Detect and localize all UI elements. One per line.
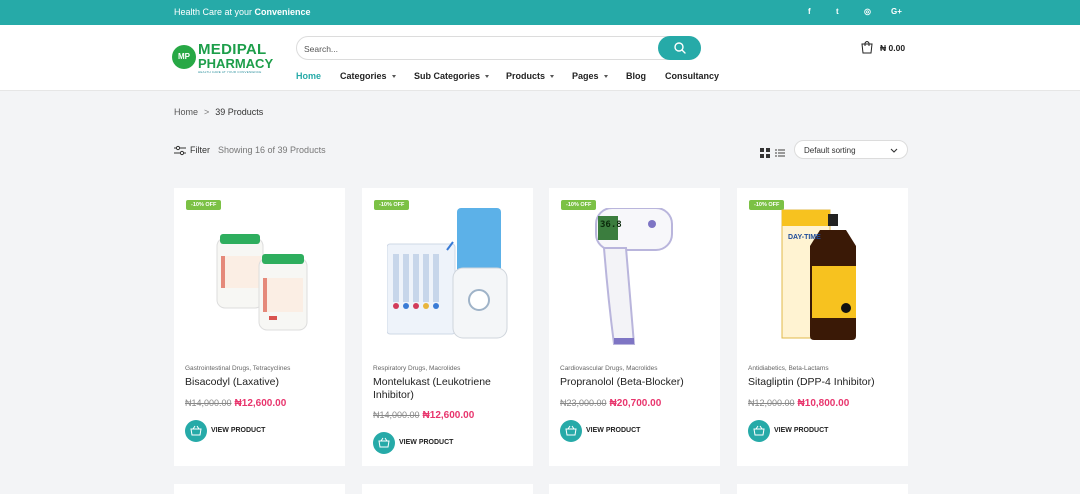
cart-total: ₦ 0.00 (880, 43, 906, 53)
shopping-bag-icon (861, 41, 873, 54)
water-flosser-image[interactable] (386, 208, 508, 348)
top-bar: Health Care at your Convenience f t ◎ G+ (0, 0, 1080, 25)
breadcrumb-separator: > (204, 107, 210, 117)
breadcrumb-current: 39 Products (215, 107, 264, 117)
search-icon (674, 42, 686, 54)
product-title[interactable]: Sitagliptin (DPP-4 Inhibitor) (748, 376, 900, 389)
tagline: Health Care at your Convenience (174, 7, 311, 17)
basket-icon (185, 420, 207, 442)
nav-home[interactable]: Home (296, 71, 321, 81)
list-icon (775, 149, 785, 157)
product-card-partial[interactable] (174, 484, 345, 494)
product-card-partial[interactable] (549, 484, 720, 494)
list-view-button[interactable] (775, 145, 785, 157)
product-card-partial[interactable] (362, 484, 533, 494)
nav-sub-categories[interactable]: Sub Categories (414, 71, 490, 81)
product-card[interactable]: -10% OFF Respiratory Drugs, Macrolides M… (362, 188, 533, 466)
view-product-label: VIEW PRODUCT (774, 427, 829, 434)
product-card[interactable]: -10% OFF Gastrointestinal Drugs, Tetracy… (174, 188, 345, 466)
sale-price: ₦12,600.00 (234, 398, 287, 409)
tagline-text: Health Care at your (174, 7, 255, 17)
view-product-button[interactable]: VIEW PRODUCT (560, 420, 660, 442)
nav-blog-label: Blog (626, 71, 646, 81)
facebook-icon[interactable]: f (808, 7, 811, 16)
nav-blog[interactable]: Blog (626, 71, 646, 81)
nav-consultancy-label: Consultancy (665, 71, 720, 81)
product-categories[interactable]: Respiratory Drugs, Macrolides (373, 365, 460, 372)
logo-tagline: HEALTH CARE AT YOUR CONVENIENCE (198, 70, 262, 74)
grid-view-button[interactable] (760, 145, 770, 158)
price-block: ₦12,000.00 ₦10,800.00 (748, 398, 849, 409)
logo-mark: MP (172, 45, 196, 69)
sale-price: ₦10,800.00 (797, 398, 850, 409)
search-button[interactable] (658, 36, 701, 60)
site-header: MP MEDIPAL PHARMACY HEALTH CARE AT YOUR … (0, 25, 1080, 91)
search-input[interactable] (304, 41, 644, 56)
product-card[interactable]: -10% OFF DAY-TIME Antidiabetics, Beta-La… (737, 188, 908, 466)
product-title[interactable]: Bisacodyl (Laxative) (185, 376, 337, 389)
nav-home-label: Home (296, 71, 322, 81)
grid-icon (760, 148, 770, 158)
price-block: ₦14,000.00 ₦12,600.00 (185, 398, 286, 409)
breadcrumb: Home >39 Products (174, 107, 263, 117)
nav-categories[interactable]: Categories (340, 71, 396, 81)
cart-button[interactable]: ₦ 0.00 (858, 40, 918, 56)
search-bar (296, 36, 701, 60)
logo-line-2: PHARMACY (198, 56, 274, 71)
result-count: Showing 16 of 39 Products (218, 145, 326, 155)
chevron-down-icon (485, 75, 490, 79)
breadcrumb-home[interactable]: Home (174, 107, 198, 117)
nav-categories-label: Categories (340, 71, 387, 81)
original-price: ₦23,000.00 (560, 398, 607, 408)
basket-icon (373, 432, 395, 454)
nav-sub-categories-label: Sub Categories (414, 71, 481, 81)
view-product-button[interactable]: VIEW PRODUCT (373, 432, 473, 454)
view-product-label: VIEW PRODUCT (211, 427, 266, 434)
sale-price: ₦20,700.00 (609, 398, 662, 409)
thermometer-image[interactable]: 36.8 (574, 207, 695, 348)
view-product-label: VIEW PRODUCT (586, 427, 641, 434)
view-product-button[interactable]: VIEW PRODUCT (185, 420, 285, 442)
site-logo[interactable]: MP MEDIPAL PHARMACY HEALTH CARE AT YOUR … (172, 41, 274, 75)
original-price: ₦14,000.00 (373, 410, 420, 420)
view-product-button[interactable]: VIEW PRODUCT (748, 420, 848, 442)
sort-select[interactable]: Default sorting (794, 140, 908, 159)
google-plus-icon[interactable]: G+ (891, 7, 902, 16)
product-card[interactable]: -10% OFF 36.8 Cardiovascular Drugs, Macr… (549, 188, 720, 466)
product-categories[interactable]: Cardiovascular Drugs, Macrolides (560, 365, 658, 372)
view-product-label: VIEW PRODUCT (399, 439, 454, 446)
product-categories[interactable]: Gastrointestinal Drugs, Tetracyclines (185, 365, 290, 372)
price-block: ₦23,000.00 ₦20,700.00 (560, 398, 661, 409)
nav-consultancy[interactable]: Consultancy (665, 71, 719, 81)
nav-products-label: Products (506, 71, 546, 81)
chevron-down-icon (890, 148, 898, 153)
product-categories[interactable]: Antidiabetics, Beta-Lactams (748, 365, 829, 372)
filter-label: Filter (190, 145, 210, 155)
sort-selected-value: Default sorting (804, 146, 856, 155)
original-price: ₦12,000.00 (748, 398, 795, 408)
nav-pages-label: Pages (572, 71, 599, 81)
sale-price: ₦12,600.00 (422, 410, 475, 421)
chevron-down-icon (550, 75, 555, 79)
basket-icon (560, 420, 582, 442)
syrup-bottle-image[interactable]: DAY-TIME (762, 208, 883, 348)
nav-pages[interactable]: Pages (572, 71, 608, 81)
price-block: ₦14,000.00 ₦12,600.00 (373, 410, 474, 421)
thermometer-reading: 36.8 (600, 220, 622, 230)
chevron-down-icon (603, 75, 608, 79)
filter-sliders-icon (174, 145, 186, 156)
basket-icon (748, 420, 770, 442)
chevron-down-icon (391, 75, 396, 79)
product-title[interactable]: Propranolol (Beta-Blocker) (560, 376, 712, 389)
original-price: ₦14,000.00 (185, 398, 232, 408)
nav-products[interactable]: Products (506, 71, 555, 81)
tagline-bold: Convenience (254, 7, 311, 17)
twitter-icon[interactable]: t (836, 7, 839, 16)
supplement-jars-image[interactable] (199, 208, 320, 348)
instagram-icon[interactable]: ◎ (864, 7, 871, 16)
syrup-box-text: DAY-TIME (788, 234, 821, 241)
product-title[interactable]: Montelukast (Leukotriene Inhibitor) (373, 376, 525, 401)
product-card-partial[interactable] (737, 484, 908, 494)
